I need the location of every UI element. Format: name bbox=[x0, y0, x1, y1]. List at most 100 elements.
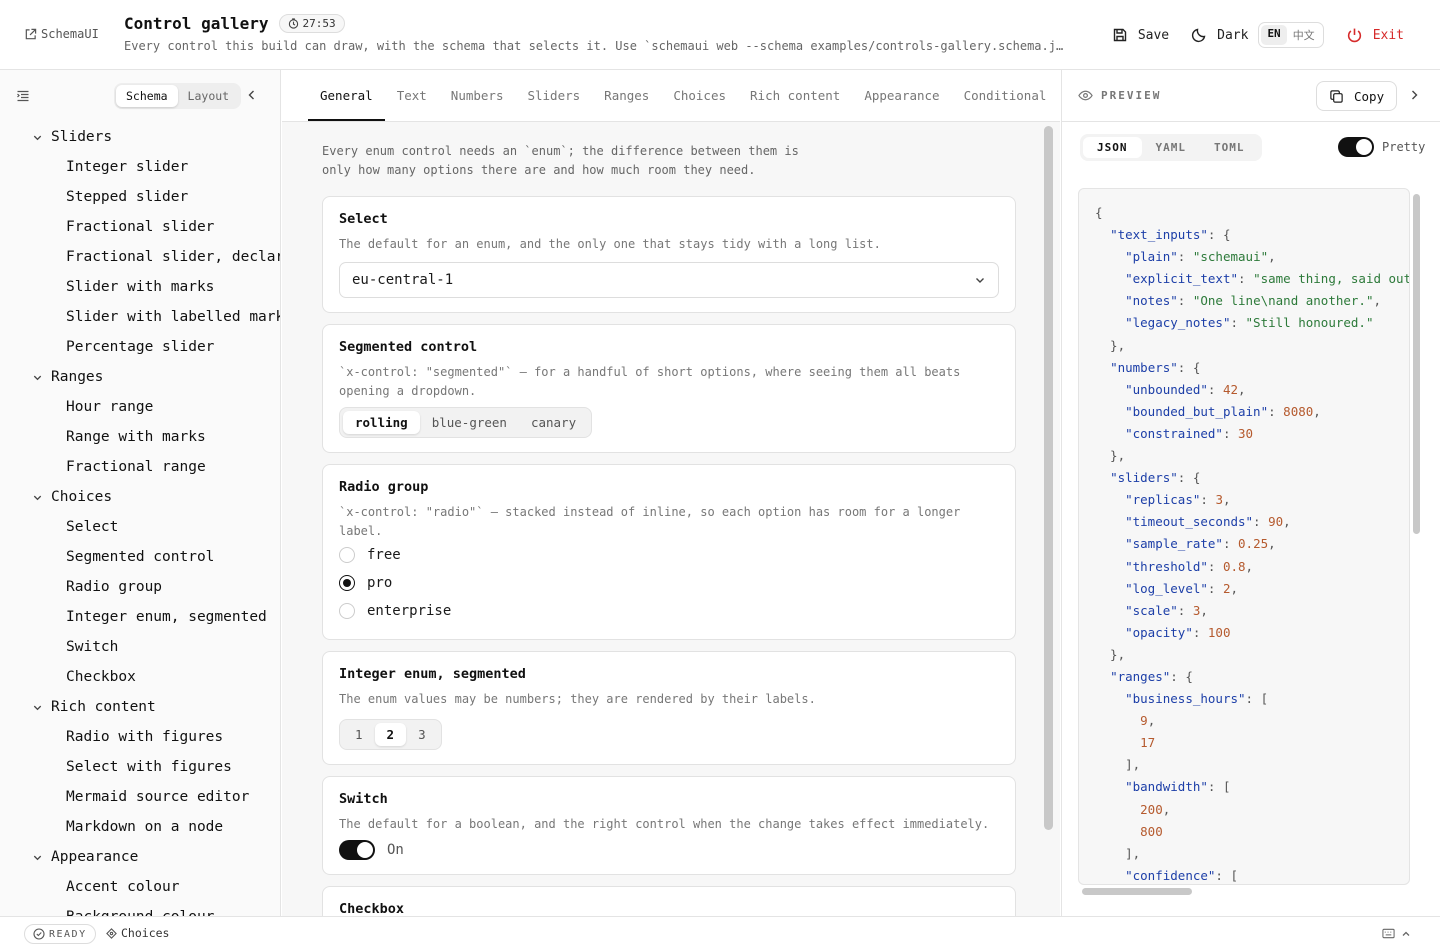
top-bar: SchemaUI Control gallery 27:53 Every con… bbox=[0, 0, 1440, 70]
tree-group[interactable]: Sliders bbox=[0, 122, 280, 152]
sidebar-header: Schema Layout bbox=[0, 70, 280, 122]
code-horizontal-scrollbar[interactable] bbox=[1082, 888, 1192, 895]
segment-option[interactable]: 3 bbox=[406, 723, 438, 746]
tree-item[interactable]: Percentage slider bbox=[0, 332, 280, 362]
tree-item[interactable]: Segmented control bbox=[0, 542, 280, 572]
tree-item[interactable]: Fractional slider bbox=[0, 212, 280, 242]
radio-option-enterprise[interactable]: enterprise bbox=[339, 597, 999, 625]
brand-link[interactable]: SchemaUI bbox=[24, 27, 99, 41]
tree-item[interactable]: Fractional range bbox=[0, 452, 280, 482]
sidebar-mode-switch[interactable]: Schema Layout bbox=[114, 83, 242, 109]
radio-label: enterprise bbox=[367, 603, 452, 619]
radio-button-selected[interactable] bbox=[339, 575, 355, 591]
tree-group[interactable]: Choices bbox=[0, 482, 280, 512]
tree-item[interactable]: Fractional slider, declared bbox=[0, 242, 280, 272]
tree-item[interactable]: Mermaid source editor bbox=[0, 782, 280, 812]
tree-item[interactable]: Integer enum, segmented bbox=[0, 602, 280, 632]
chevron-down-icon bbox=[32, 702, 51, 713]
tree-item[interactable]: Slider with labelled marks bbox=[0, 302, 280, 332]
save-label: Save bbox=[1137, 27, 1170, 43]
tree-item-label: Choices bbox=[51, 489, 113, 505]
tab-text[interactable]: Text bbox=[385, 70, 439, 121]
tree-item[interactable]: Switch bbox=[0, 632, 280, 662]
collapse-preview-chevron-right-icon[interactable] bbox=[1408, 89, 1420, 101]
language-switch[interactable]: EN 中文 bbox=[1258, 22, 1324, 48]
tree-item[interactable]: Range with marks bbox=[0, 422, 280, 452]
pretty-toggle[interactable]: Pretty bbox=[1338, 137, 1425, 157]
breadcrumb-label: Choices bbox=[121, 926, 170, 940]
tree-item[interactable]: Markdown on a node bbox=[0, 812, 280, 842]
segment-option[interactable]: canary bbox=[519, 411, 588, 434]
radio-option-free[interactable]: free bbox=[339, 541, 999, 569]
radio-button[interactable] bbox=[339, 547, 355, 563]
tab-ranges[interactable]: Ranges bbox=[592, 70, 661, 121]
mode-schema[interactable]: Schema bbox=[116, 85, 178, 107]
format-row: JSON YAML TOML Pretty bbox=[1062, 122, 1440, 172]
page-subtitle: Every control this build can draw, with … bbox=[124, 39, 1069, 53]
tree-item-label: Ranges bbox=[51, 369, 104, 385]
tab-general[interactable]: General bbox=[308, 70, 385, 121]
chevron-down-icon bbox=[32, 852, 51, 863]
lang-option-zh[interactable]: 中文 bbox=[1287, 25, 1321, 45]
tree-item[interactable]: Stepped slider bbox=[0, 182, 280, 212]
lang-option-en[interactable]: EN bbox=[1261, 25, 1287, 45]
tree-item[interactable]: Hour range bbox=[0, 392, 280, 422]
mode-layout[interactable]: Layout bbox=[178, 85, 240, 107]
segment-option[interactable]: 2 bbox=[374, 723, 407, 746]
outline-toggle-icon[interactable] bbox=[16, 89, 30, 103]
segment-option[interactable]: 1 bbox=[343, 723, 375, 746]
tree-group[interactable]: Rich content bbox=[0, 692, 280, 722]
tree-item-label: Appearance bbox=[51, 849, 139, 865]
segment-option[interactable]: rolling bbox=[343, 411, 420, 434]
main-scrollbar[interactable] bbox=[1044, 126, 1053, 830]
tree-item-label: Select with figures bbox=[66, 759, 232, 775]
preview-panel: PREVIEW Copy JSON YAML TOML Pretty { "te… bbox=[1061, 70, 1440, 916]
tab-appearance[interactable]: Appearance bbox=[852, 70, 951, 121]
pretty-switch[interactable] bbox=[1338, 137, 1374, 157]
int-enum-segmented: 1 2 3 bbox=[339, 719, 442, 750]
radio-card: Radio group `x-control: "radio"` — stack… bbox=[322, 464, 1016, 640]
format-switch: JSON YAML TOML bbox=[1080, 133, 1262, 161]
tree-item[interactable]: Checkbox bbox=[0, 662, 280, 692]
theme-toggle-button[interactable]: Dark bbox=[1191, 27, 1248, 43]
enabled-switch[interactable] bbox=[339, 840, 375, 860]
chevron-down-icon bbox=[32, 132, 51, 143]
tree-item[interactable]: Integer slider bbox=[0, 152, 280, 182]
format-json[interactable]: JSON bbox=[1083, 136, 1142, 158]
tab-numbers[interactable]: Numbers bbox=[439, 70, 516, 121]
breadcrumb[interactable]: Choices bbox=[106, 926, 169, 940]
tab-rich-content[interactable]: Rich content bbox=[738, 70, 852, 121]
save-button[interactable]: Save bbox=[1112, 27, 1169, 43]
tab-sliders[interactable]: Sliders bbox=[515, 70, 592, 121]
collapse-sidebar-chevron-left-icon[interactable] bbox=[246, 89, 258, 101]
code-preview: { "text_inputs": { "plain": "schemaui", … bbox=[1078, 188, 1410, 885]
tree-item[interactable]: Accent colour bbox=[0, 872, 280, 902]
format-yaml[interactable]: YAML bbox=[1142, 137, 1201, 158]
tree-item-label: Rich content bbox=[51, 699, 156, 715]
tree-item[interactable]: Background colour bbox=[0, 902, 280, 916]
tree-group[interactable]: Ranges bbox=[0, 362, 280, 392]
code-vertical-scrollbar[interactable] bbox=[1413, 194, 1420, 534]
tab-conditional[interactable]: Conditional bbox=[952, 70, 1059, 121]
tree-item[interactable]: Slider with marks bbox=[0, 272, 280, 302]
tree-item-label: Segmented control bbox=[66, 549, 215, 565]
timer-icon bbox=[288, 18, 299, 29]
region-select[interactable]: eu-central-1 bbox=[339, 262, 999, 298]
keyboard-icon[interactable] bbox=[1382, 928, 1395, 939]
radio-button[interactable] bbox=[339, 603, 355, 619]
segment-option[interactable]: blue-green bbox=[420, 411, 519, 434]
tree-item-label: Radio with figures bbox=[66, 729, 224, 745]
copy-button[interactable]: Copy bbox=[1316, 81, 1398, 111]
eye-icon bbox=[1078, 88, 1093, 103]
tree-group[interactable]: Appearance bbox=[0, 842, 280, 872]
format-toml[interactable]: TOML bbox=[1200, 137, 1259, 158]
tab-choices[interactable]: Choices bbox=[661, 70, 738, 121]
chevron-up-icon[interactable] bbox=[1401, 929, 1411, 939]
tree-item[interactable]: Select bbox=[0, 512, 280, 542]
tree-item[interactable]: Radio group bbox=[0, 572, 280, 602]
radio-option-pro[interactable]: pro bbox=[339, 569, 999, 597]
tree-item-label: Background colour bbox=[66, 909, 214, 916]
tree-item[interactable]: Radio with figures bbox=[0, 722, 280, 752]
tree-item[interactable]: Select with figures bbox=[0, 752, 280, 782]
exit-button[interactable]: Exit bbox=[1346, 27, 1404, 44]
